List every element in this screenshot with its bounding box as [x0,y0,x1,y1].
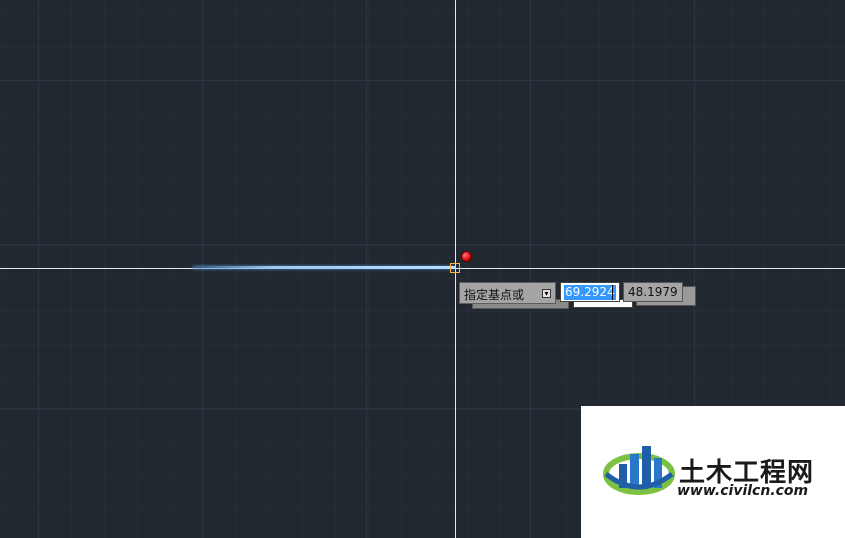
coordinate-y-input[interactable]: 48.1979 [623,282,683,302]
watermark: 土木工程网 www.civilcn.com [581,406,845,538]
options-down-arrow-icon[interactable]: ▾ [542,289,551,298]
cursor-pick-box [450,263,460,273]
rubber-band-line [193,266,455,269]
snap-marker-icon [461,251,472,262]
prompt-text: 指定基点或 [464,288,525,302]
text-caret [612,285,613,300]
coordinate-x-input[interactable]: 69.2924 [560,282,620,302]
dynamic-input-prompt: 指定基点或 ▾ [459,282,556,304]
watermark-logo-icon [603,446,675,495]
watermark-url: www.civilcn.com [677,483,809,499]
drawing-canvas[interactable]: 指定基点或 ▾ 69.2924 48.1979 土木工程网 www.civilc… [0,0,845,538]
coordinate-x-value: 69.2924 [564,285,616,300]
coordinate-y-value: 48.1979 [628,285,678,299]
